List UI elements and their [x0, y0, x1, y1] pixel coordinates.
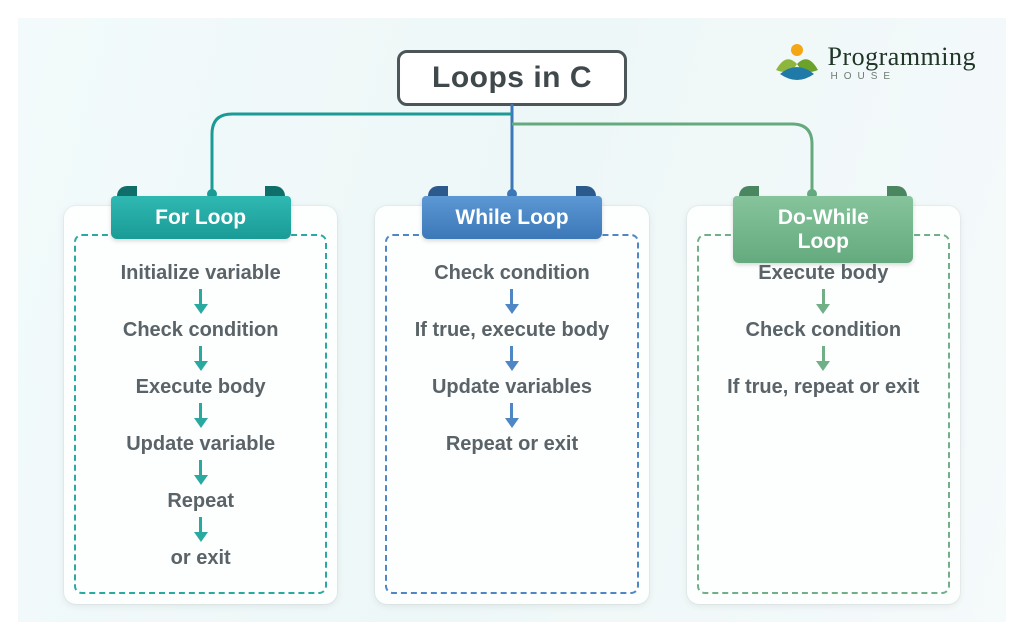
step-text: Check condition [746, 317, 902, 344]
down-arrow-icon [194, 403, 208, 428]
card-steps: Execute body Check condition If true, repe… [707, 260, 940, 401]
down-arrow-icon [816, 346, 830, 371]
brand-name: Programming [828, 44, 977, 70]
step-text: Execute body [136, 374, 266, 401]
down-arrow-icon [194, 460, 208, 485]
down-arrow-icon [194, 517, 208, 542]
step-text: Update variables [432, 374, 592, 401]
card-for-loop: For LoopInitialize variableCheck conditi… [64, 206, 337, 604]
step-text: If true, execute body [415, 317, 610, 344]
card-steps: Check condition If true, execute body Upda… [395, 260, 628, 458]
down-arrow-icon [505, 289, 519, 314]
brand-logo-text: Programming HOUSE [828, 44, 977, 82]
card-do-while-loop: Do-While LoopExecute bodyCheck condition… [687, 206, 960, 604]
diagram-canvas: Loops in C Programming HOUSE For LoopIni… [18, 18, 1006, 622]
card-while-loop: While LoopCheck conditionIf true, execut… [375, 206, 648, 604]
down-arrow-icon [194, 289, 208, 314]
down-arrow-icon [505, 403, 519, 428]
step-text: If true, repeat or exit [727, 374, 919, 401]
card-badge-while-loop: While Loop [422, 196, 602, 239]
step-text: Check condition [434, 260, 590, 287]
card-steps: Initialize variable Check condition Execut… [84, 260, 317, 572]
down-arrow-icon [505, 346, 519, 371]
step-text: Repeat or exit [446, 431, 578, 458]
step-text: Check condition [123, 317, 279, 344]
diagram-title: Loops in C [397, 50, 627, 106]
down-arrow-icon [194, 346, 208, 371]
brand-tagline: HOUSE [828, 72, 977, 82]
step-text: Initialize variable [121, 260, 281, 287]
step-text: Update variable [126, 431, 275, 458]
step-text: or exit [171, 545, 231, 572]
step-text: Repeat [167, 488, 234, 515]
down-arrow-icon [816, 289, 830, 314]
step-text: Execute body [758, 260, 888, 287]
brand-logo-icon [774, 40, 820, 86]
brand-logo: Programming HOUSE [774, 40, 977, 86]
card-badge-do-while-loop: Do-While Loop [733, 196, 913, 263]
cards-row: For LoopInitialize variableCheck conditi… [18, 206, 1006, 604]
card-badge-for-loop: For Loop [111, 196, 291, 239]
